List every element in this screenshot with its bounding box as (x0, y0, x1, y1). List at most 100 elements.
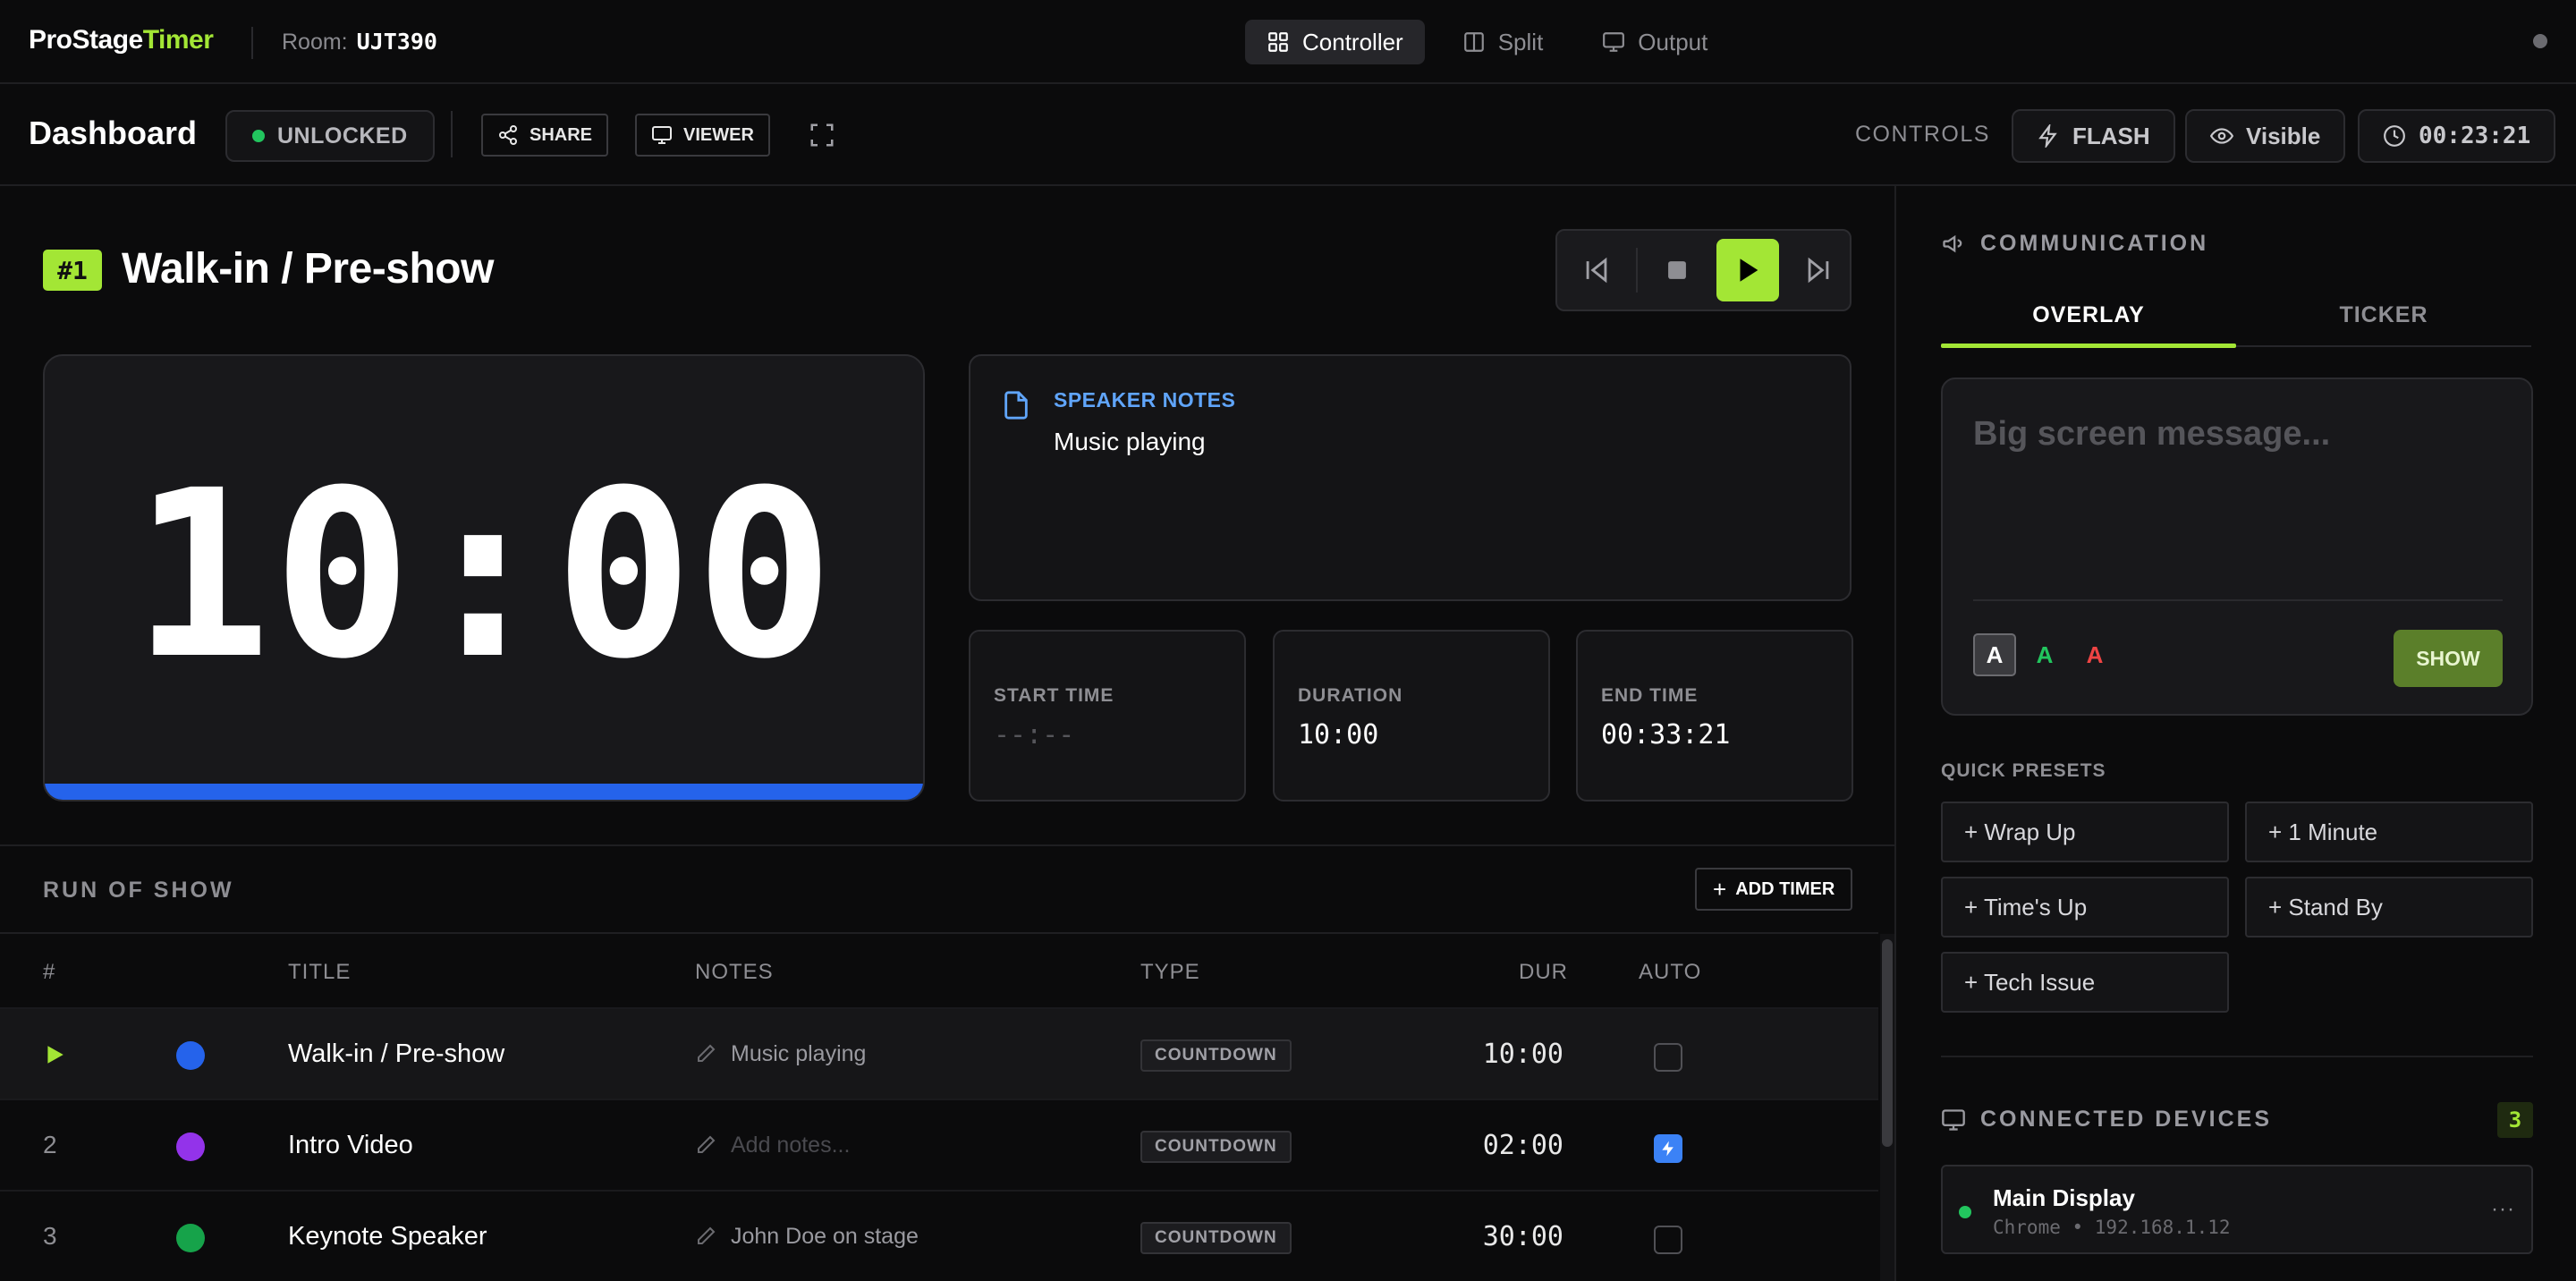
document-icon (1004, 391, 1028, 420)
speaker-notes-card: SPEAKER NOTES Music playing (969, 354, 1852, 601)
stop-icon (1668, 261, 1686, 279)
table-row[interactable]: Walk-in / Pre-show Music playing COUNTDOWN… (0, 1007, 1878, 1099)
divider (1941, 1056, 2533, 1057)
row-title[interactable]: Keynote Speaker (288, 1222, 487, 1251)
run-of-show-title: RUN OF SHOW (43, 878, 234, 903)
duration-card: DURATION 10:00 (1273, 630, 1550, 802)
previous-button[interactable] (1565, 239, 1628, 301)
row-duration[interactable]: 30:00 (1483, 1221, 1563, 1252)
play-icon (1740, 259, 1758, 282)
pencil-icon[interactable] (695, 1043, 716, 1065)
preset-stand-by[interactable]: + Stand By (2245, 877, 2533, 937)
tab-output[interactable]: Output (1580, 20, 1729, 64)
add-timer-button[interactable]: + ADD TIMER (1695, 868, 1853, 911)
show-message-button[interactable]: SHOW (2394, 630, 2503, 687)
scrollbar-thumb[interactable] (1882, 939, 1893, 1147)
communication-title: COMMUNICATION (1980, 231, 2209, 256)
connection-status-dot (2533, 34, 2547, 48)
end-time-value: 00:33:21 (1601, 719, 1731, 751)
share-button[interactable]: SHARE (481, 114, 609, 157)
timer-progress-bar (45, 784, 923, 800)
row-notes[interactable]: Add notes... (731, 1133, 850, 1158)
message-input[interactable]: Big screen message... (1973, 415, 2330, 454)
color-white-button[interactable]: A (1973, 633, 2016, 676)
row-number: 3 (43, 1222, 57, 1250)
table-row[interactable]: 3 Keynote Speaker John Doe on stage COUNTDO… (0, 1190, 1878, 1281)
preset-times-up[interactable]: + Time's Up (1941, 877, 2229, 937)
view-tabs: Controller Split Output (1245, 20, 1729, 64)
speaker-notes-text: Music playing (1054, 428, 1206, 455)
tab-controller[interactable]: Controller (1245, 20, 1425, 64)
active-tab-indicator (1941, 344, 2236, 348)
start-time-card: START TIME --:-- (969, 630, 1246, 802)
online-status-dot (1959, 1206, 1971, 1218)
type-badge[interactable]: COUNTDOWN (1140, 1131, 1292, 1163)
device-name: Main Display (1993, 1184, 2135, 1211)
stop-button[interactable] (1646, 239, 1708, 301)
visible-toggle[interactable]: Visible (2185, 109, 2346, 163)
lock-toggle[interactable]: UNLOCKED (225, 110, 435, 162)
table-header: # TITLE NOTES TYPE DUR AUTO (0, 932, 1878, 1005)
tab-split[interactable]: Split (1441, 20, 1565, 64)
timer-display: 10:00 (131, 441, 836, 709)
viewer-button[interactable]: VIEWER (635, 114, 770, 157)
more-options-icon[interactable]: ··· (2491, 1197, 2515, 1222)
message-editor[interactable]: Big screen message... A A A SHOW (1941, 378, 2533, 716)
auto-checkbox[interactable] (1654, 1134, 1682, 1163)
divider (251, 27, 253, 59)
speaker-notes-label: SPEAKER NOTES (1054, 388, 1236, 411)
device-meta: Chrome • 192.168.1.12 (1993, 1217, 2231, 1238)
skip-back-icon (1586, 257, 1607, 284)
type-badge[interactable]: COUNTDOWN (1140, 1039, 1292, 1072)
next-button[interactable] (1787, 239, 1850, 301)
share-icon (499, 125, 517, 145)
room-code: UJT390 (356, 29, 437, 55)
color-red-button[interactable]: A (2073, 633, 2116, 676)
tab-overlay[interactable]: OVERLAY (1941, 302, 2236, 328)
pencil-icon[interactable] (695, 1226, 716, 1247)
auto-checkbox[interactable] (1654, 1226, 1682, 1254)
color-tag[interactable] (176, 1041, 205, 1070)
row-notes[interactable]: John Doe on stage (731, 1224, 919, 1250)
room-info: Room: UJT390 (282, 29, 437, 55)
preset-1-minute[interactable]: + 1 Minute (2245, 802, 2533, 862)
controls-label: CONTROLS (1855, 122, 1990, 147)
monitor-icon (1603, 32, 1625, 52)
clock-display[interactable]: 00:23:21 (2358, 109, 2556, 163)
row-title[interactable]: Walk-in / Pre-show (288, 1039, 504, 1069)
lightning-icon (2038, 124, 2057, 148)
table-row[interactable]: 2 Intro Video Add notes... COUNTDOWN 02:00 (0, 1099, 1878, 1190)
flash-button[interactable]: FLASH (2012, 109, 2175, 163)
divider (1973, 599, 2503, 601)
page-title: Dashboard (29, 115, 198, 151)
color-tag[interactable] (176, 1133, 205, 1161)
transport-controls (1555, 229, 1852, 311)
skip-forward-icon (1808, 257, 1829, 284)
row-title[interactable]: Intro Video (288, 1131, 413, 1160)
split-icon (1463, 32, 1484, 52)
color-green-button[interactable]: A (2023, 633, 2066, 676)
type-badge[interactable]: COUNTDOWN (1140, 1222, 1292, 1254)
pencil-icon[interactable] (695, 1134, 716, 1156)
color-tag[interactable] (176, 1224, 205, 1252)
status-dot (252, 130, 265, 142)
preset-wrap-up[interactable]: + Wrap Up (1941, 802, 2229, 862)
fullscreen-icon[interactable] (809, 122, 835, 148)
row-duration[interactable]: 10:00 (1483, 1039, 1563, 1070)
row-duration[interactable]: 02:00 (1483, 1130, 1563, 1161)
eye-icon (2210, 128, 2233, 144)
timer-preview: 10:00 (43, 354, 925, 802)
device-count-badge: 3 (2497, 1102, 2533, 1138)
row-notes[interactable]: Music playing (731, 1041, 866, 1067)
clock-icon (2384, 125, 2405, 147)
cue-number-badge: #1 (43, 250, 102, 291)
tab-ticker[interactable]: TICKER (2236, 302, 2531, 328)
duration-value: 10:00 (1298, 719, 1379, 751)
preset-tech-issue[interactable]: + Tech Issue (1941, 952, 2229, 1013)
start-time-value: --:-- (994, 719, 1075, 751)
auto-checkbox[interactable] (1654, 1043, 1682, 1072)
play-button[interactable] (1716, 239, 1779, 301)
device-item[interactable]: Main Display Chrome • 192.168.1.12 ··· (1941, 1165, 2533, 1254)
monitor-icon (1942, 1109, 1965, 1131)
top-bar: ProStageTimer Room: UJT390 Controller Spl… (0, 0, 2576, 84)
